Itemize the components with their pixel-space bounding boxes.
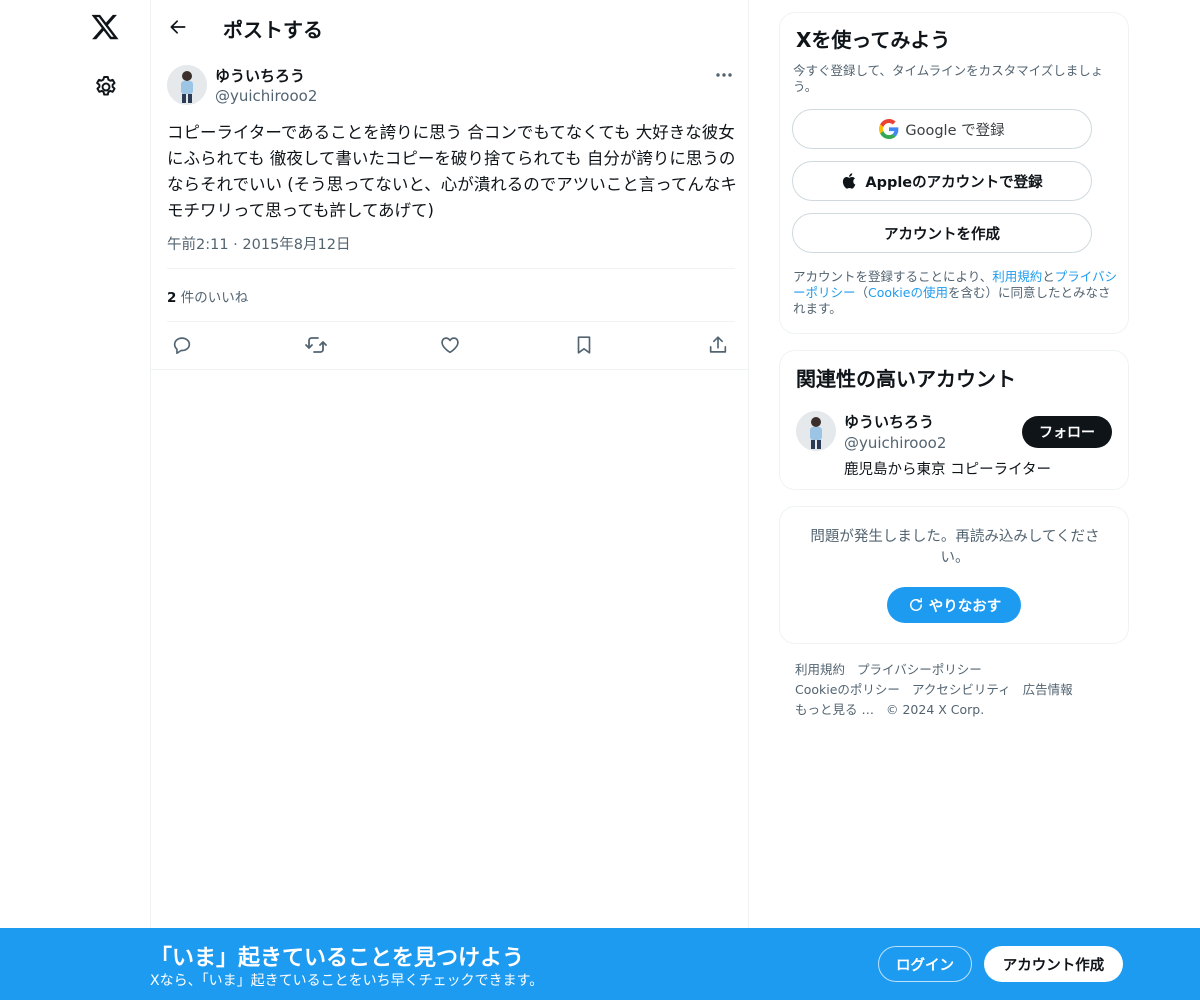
tweet-timestamp[interactable]: 午前2:11 · 2015年8月12日: [167, 233, 350, 254]
like-button[interactable]: [437, 332, 463, 358]
bottom-signup-bar: 「いま」起きていることを見つけよう Xなら、「いま」起きていることをいち早くチェ…: [0, 928, 1200, 1000]
apple-signup-button[interactable]: Appleのアカウントで登録: [792, 161, 1092, 201]
signup-card-subtitle: 今すぐ登録して、タイムラインをカスタマイズしましょう。: [793, 63, 1104, 94]
main-column: ポストする ゆういちろう @yuichirooo2 コピーライターであることを誇…: [150, 0, 749, 1000]
related-account-handle[interactable]: @yuichirooo2: [844, 434, 946, 452]
signup-card-title: Xを使ってみよう: [796, 28, 951, 52]
signup-legal-text: アカウントを登録することにより、利用規約とプライバシーポリシー（Cookieの使…: [793, 269, 1118, 317]
error-card: 問題が発生しました。再読み込みしてください。 やりなおす: [779, 506, 1129, 644]
more-options-button[interactable]: [711, 65, 737, 85]
google-signup-label: Google で登録: [905, 122, 1005, 139]
more-icon: [716, 73, 732, 77]
legal-text-1: アカウントを登録することにより、: [793, 269, 993, 284]
page-title: ポストする: [223, 18, 323, 42]
retry-label: やりなおす: [928, 598, 1002, 615]
reply-icon: [173, 337, 191, 355]
legal-text-3: （: [855, 285, 869, 300]
retry-button[interactable]: やりなおす: [887, 587, 1021, 623]
x-logo-icon[interactable]: [90, 12, 120, 42]
bottom-bar-title: 「いま」起きていることを見つけよう: [150, 946, 525, 971]
google-logo-icon: [879, 119, 899, 139]
left-nav: [60, 0, 150, 1000]
login-button[interactable]: ログイン: [878, 946, 972, 982]
likes-count[interactable]: 2 件のいいね: [167, 286, 248, 306]
related-accounts-card: 関連性の高いアカウント ゆういちろう @yuichirooo2 鹿児島から東京 …: [779, 350, 1129, 490]
reply-button[interactable]: [169, 332, 195, 358]
bookmark-icon: [577, 336, 591, 354]
apple-logo-icon: [843, 173, 856, 189]
create-account-button[interactable]: アカウントを作成: [792, 213, 1092, 253]
author-name[interactable]: ゆういちろう: [215, 65, 305, 86]
follow-button[interactable]: フォロー: [1022, 416, 1112, 448]
divider: [167, 321, 735, 322]
gear-icon[interactable]: [93, 74, 119, 100]
refresh-icon: [909, 597, 922, 611]
retweet-icon: [305, 337, 327, 353]
apple-signup-label: Appleのアカウントで登録: [865, 174, 1043, 191]
footer-copyright: © 2024 X Corp.: [885, 702, 985, 717]
author-handle[interactable]: @yuichirooo2: [215, 87, 317, 105]
retweet-button[interactable]: [303, 332, 329, 358]
share-icon: [709, 336, 727, 353]
related-account-bio: 鹿児島から東京 コピーライター: [844, 462, 1052, 478]
tweet-actions: [167, 332, 735, 358]
page-header: ポストする: [151, 0, 749, 53]
signup-card: Xを使ってみよう 今すぐ登録して、タイムラインをカスタマイズしましょう。 Goo…: [779, 12, 1129, 334]
terms-link[interactable]: 利用規約: [992, 269, 1042, 284]
create-account-label: アカウントを作成: [884, 226, 1000, 243]
error-message: 問題が発生しました。再読み込みしてください。: [810, 529, 1100, 566]
footer-links: 利用規約 プライバシーポリシー Cookieのポリシー アクセシビリティ 広告情報 も…: [795, 660, 1125, 720]
footer-cookie-link[interactable]: Cookieのポリシー: [795, 682, 900, 697]
like-icon: [441, 337, 459, 354]
bottom-bar-subtitle: Xなら、「いま」起きていることをいち早くチェックできます。: [150, 973, 544, 989]
legal-text-2: と: [1042, 269, 1055, 284]
avatar[interactable]: [796, 411, 836, 451]
avatar[interactable]: [167, 65, 207, 105]
tweet-text: コピーライターであることを誇りに思う 合コンでもてなくても 大好きな彼女にふられ…: [167, 123, 737, 220]
google-signup-button[interactable]: Google で登録: [792, 109, 1092, 149]
footer-accessibility-link[interactable]: アクセシビリティ: [912, 682, 1011, 697]
likes-number: 2: [167, 290, 177, 306]
related-card-title: 関連性の高いアカウント: [796, 367, 1016, 391]
cookie-link[interactable]: Cookieの使用: [868, 285, 948, 300]
footer-terms-link[interactable]: 利用規約: [795, 662, 845, 677]
likes-label: 件のいいね: [180, 290, 249, 306]
footer-privacy-link[interactable]: プライバシーポリシー: [857, 662, 982, 677]
arrow-left-icon: [170, 20, 186, 34]
bookmark-button[interactable]: [571, 332, 597, 358]
related-account-name[interactable]: ゆういちろう: [844, 411, 934, 432]
signup-button[interactable]: アカウント作成: [984, 946, 1123, 982]
divider: [167, 268, 735, 269]
back-button[interactable]: [165, 14, 191, 40]
footer-ads-link[interactable]: 広告情報: [1023, 682, 1073, 697]
share-button[interactable]: [705, 332, 731, 358]
footer-more-link[interactable]: もっと見る …: [795, 702, 874, 717]
tweet: ゆういちろう @yuichirooo2 コピーライターであることを誇りに思う 合…: [151, 53, 749, 370]
